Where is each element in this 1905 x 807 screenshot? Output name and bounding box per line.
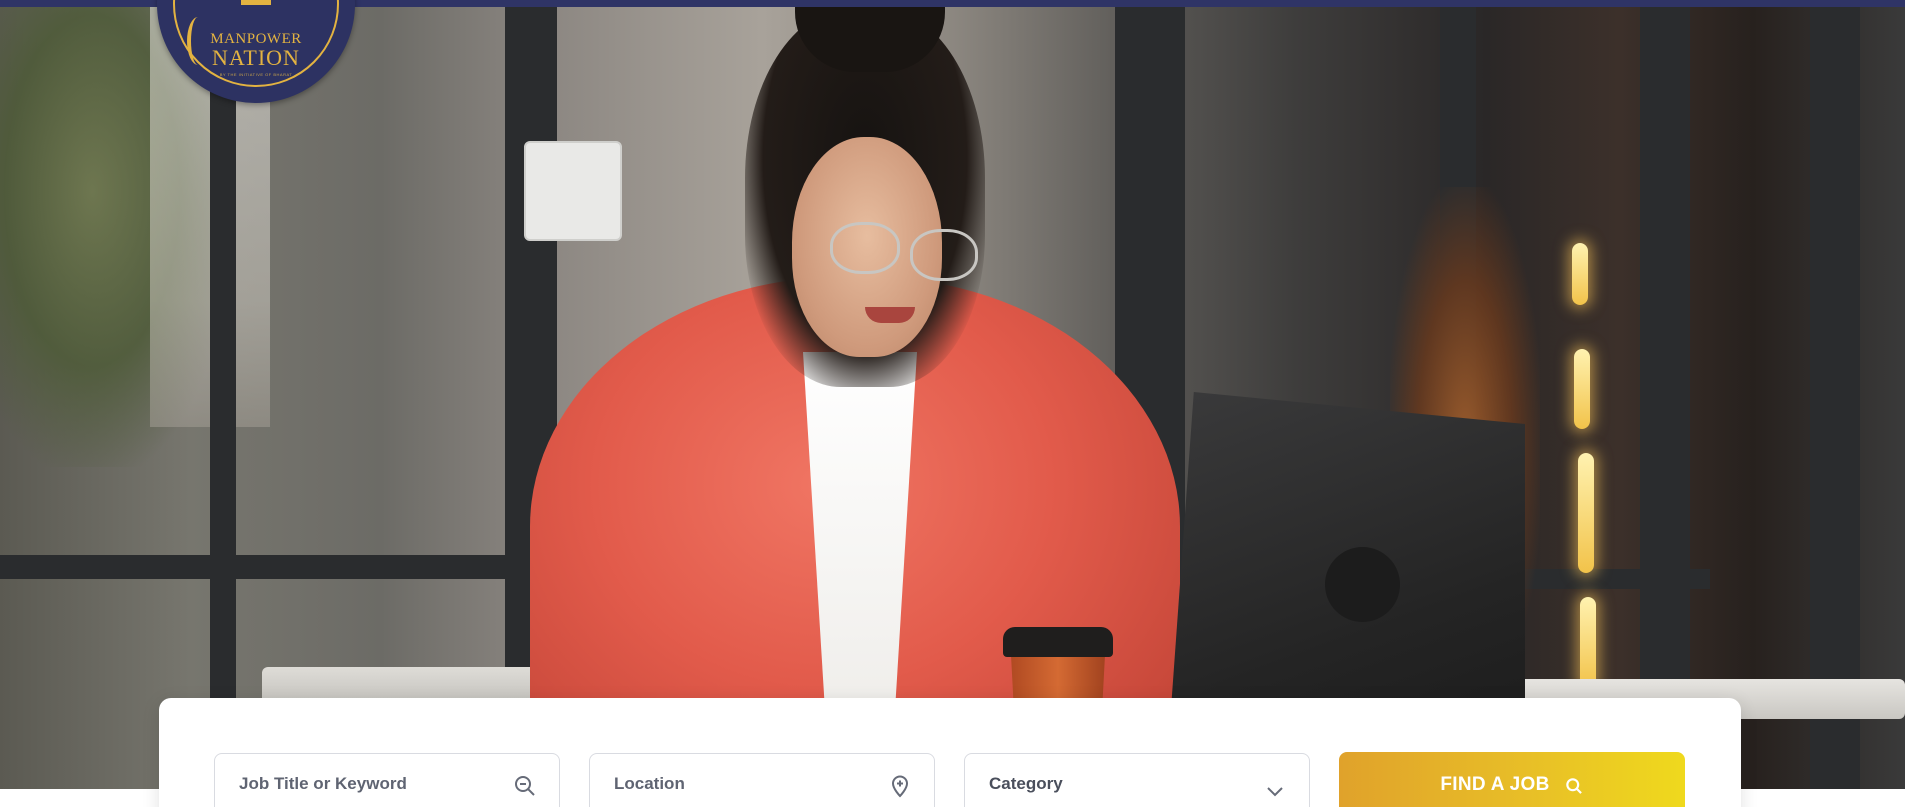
chevron-down-icon[interactable] [1263,780,1287,804]
logo-text-nation: NATION [212,45,300,70]
glasses-lens [830,222,900,274]
light-strip [1580,597,1596,687]
keyword-field[interactable] [214,753,560,807]
location-field[interactable] [589,753,935,807]
job-search-card: Category FIND A JOB [159,698,1741,807]
search-icon [1564,776,1584,796]
hero-image [0,7,1905,789]
window-frame-vertical [210,7,236,789]
keyword-input[interactable] [239,774,513,794]
logo-tagline: BY THE INITIATIVE OF BHARAT [219,72,293,77]
find-a-job-button[interactable]: FIND A JOB [1339,752,1685,807]
location-input[interactable] [614,774,888,794]
laptop-logo [1325,547,1400,622]
laurel-icon [187,17,209,65]
light-strip [1572,243,1588,305]
category-selected-value: Category [989,774,1063,793]
logo-emblem-icon [241,0,271,5]
window-frame-horizontal [0,555,540,579]
glasses-lens [910,229,978,281]
window-frame-vertical [1810,7,1860,789]
map-pin-icon[interactable] [888,774,912,798]
window-frame-vertical [1640,7,1690,789]
category-select[interactable]: Category [964,753,1310,807]
cup-lid [1003,627,1113,657]
search-icon[interactable] [513,774,537,798]
light-strip [1574,349,1590,429]
light-strip [1578,453,1594,573]
find-a-job-label: FIND A JOB [1440,774,1550,795]
